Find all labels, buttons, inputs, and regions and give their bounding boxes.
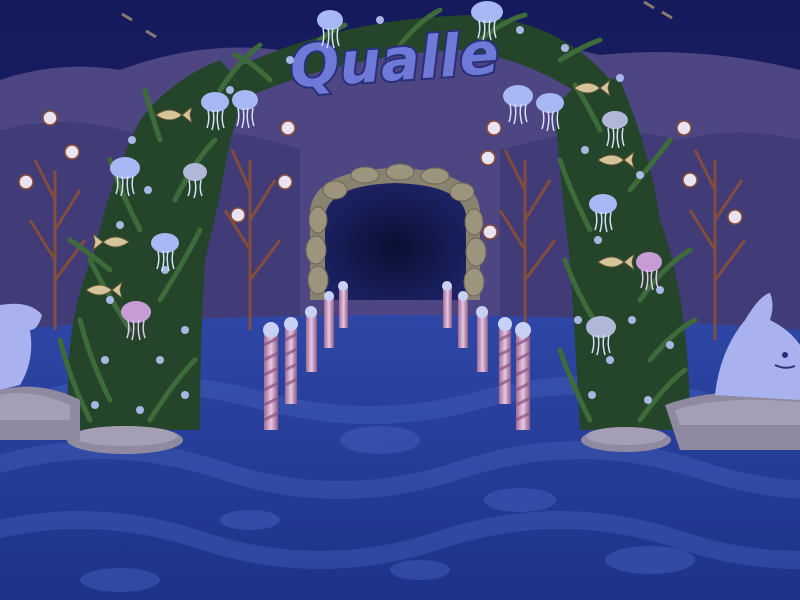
pole xyxy=(476,306,488,372)
pole xyxy=(338,281,348,328)
pole xyxy=(442,281,452,328)
seaweed-base-left xyxy=(67,426,183,454)
seaweed-base-right xyxy=(581,427,671,452)
pole xyxy=(458,291,468,348)
sign-title: Qualle xyxy=(288,19,501,101)
aquarium-scene: Qualle xyxy=(0,0,800,600)
scene-canvas: Qualle xyxy=(0,0,800,600)
pole xyxy=(324,291,334,348)
cave-tunnel xyxy=(305,163,487,300)
qualle-sign: Qualle xyxy=(286,17,503,103)
pole xyxy=(498,317,512,404)
pole xyxy=(305,306,317,372)
pole xyxy=(284,317,298,404)
